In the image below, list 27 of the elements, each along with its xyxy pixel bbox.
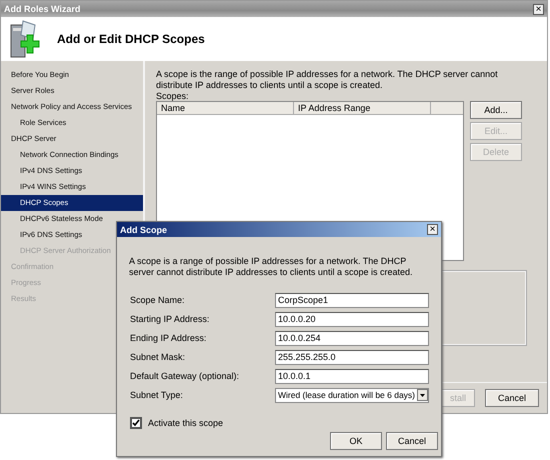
field-label: Default Gateway (optional): (130, 371, 240, 381)
checkbox-label: Activate this scope (148, 418, 224, 428)
field-label: Subnet Type: (130, 390, 183, 400)
scopes-label: Scopes: (156, 91, 190, 101)
text-field[interactable]: 10.0.0.254 (275, 330, 429, 346)
cancel-button[interactable]: Cancel (386, 432, 438, 450)
text-field[interactable]: 10.0.0.20 (275, 312, 429, 326)
scope-button[interactable]: Add... (470, 101, 522, 119)
field-label: Scope Name: (130, 295, 185, 305)
field-label: Ending IP Address: (130, 333, 206, 343)
ok-button[interactable]: OK (330, 432, 382, 450)
close-button[interactable]: × (533, 4, 544, 14)
text-field[interactable]: 255.255.255.0 (275, 350, 429, 364)
description-text: A scope is the range of possible IP addresses for a network. The DHCP server cannot distribute IP addresses to clients until a scope is created. (156, 69, 499, 91)
text-field[interactable]: CorpScope1 (275, 292, 429, 308)
cancel-button[interactable]: Cancel (485, 389, 539, 407)
field-label: Starting IP Address: (130, 314, 210, 324)
column-header[interactable]: IP Address Range (294, 102, 431, 114)
column-header[interactable]: Name (157, 102, 294, 114)
server-add-icon (9, 19, 41, 59)
checkbox[interactable] (130, 417, 142, 429)
close-button[interactable]: × (427, 224, 438, 235)
page-title: Add or Edit DHCP Scopes (57, 32, 205, 46)
text-field[interactable]: 10.0.0.1 (275, 368, 429, 384)
subnet-type-dropdown[interactable]: Wired (lease duration will be 6 days) (275, 388, 429, 402)
field-label: Subnet Mask: (130, 352, 186, 362)
window-title: Add Roles Wizard (4, 4, 80, 14)
